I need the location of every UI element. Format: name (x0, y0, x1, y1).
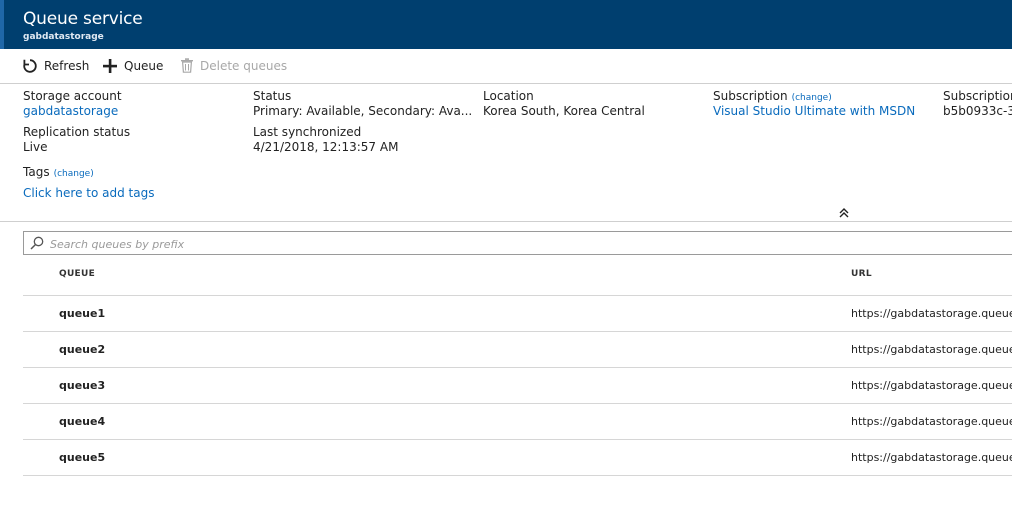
add-queue-label: Queue (124, 59, 164, 73)
location-label: Location (483, 89, 534, 103)
delete-queues-button[interactable]: Delete queues (180, 58, 287, 73)
add-queue-button[interactable]: Queue (102, 58, 163, 74)
row-divider (23, 439, 1012, 440)
double-chevron-up-icon[interactable] (838, 206, 850, 220)
queue-name[interactable]: queue4 (59, 415, 105, 428)
storage-account-label: Storage account (23, 89, 122, 103)
queue-url: https://gabdatastorage.queue. (851, 415, 1012, 428)
tags-label-text: Tags (23, 165, 50, 179)
subscription-label-text: Subscription (713, 89, 788, 103)
row-divider (23, 403, 1012, 404)
column-header-url[interactable]: URL (851, 269, 872, 279)
essentials-divider (0, 221, 1012, 222)
queue-url: https://gabdatastorage.queue. (851, 307, 1012, 320)
subscription-id-label: Subscription (943, 89, 1012, 103)
queue-name[interactable]: queue5 (59, 451, 105, 464)
location-value: Korea South, Korea Central (483, 104, 645, 118)
replication-status-value: Live (23, 140, 48, 154)
search-icon (30, 236, 44, 250)
refresh-icon (23, 59, 37, 73)
blade-subtitle: gabdatastorage (23, 32, 104, 42)
delete-queues-label: Delete queues (200, 58, 288, 73)
search-input[interactable] (48, 234, 952, 254)
last-synchronized-label: Last synchronized (253, 125, 362, 139)
refresh-label: Refresh (44, 59, 90, 73)
status-value: Primary: Available, Secondary: Ava... (253, 104, 473, 118)
subscription-label: Subscription (change) (713, 89, 832, 103)
row-divider (23, 475, 1012, 476)
row-divider (23, 367, 1012, 368)
queue-name[interactable]: queue1 (59, 307, 105, 320)
last-synchronized-value: 4/21/2018, 12:13:57 AM (253, 140, 399, 154)
queue-url: https://gabdatastorage.queue. (851, 379, 1012, 392)
row-divider (23, 331, 1012, 332)
refresh-button[interactable]: Refresh (22, 58, 89, 74)
queue-name[interactable]: queue2 (59, 343, 105, 356)
blade-header: Queue service gabdatastorage (0, 0, 1012, 49)
search-box (23, 231, 1012, 255)
table-header-divider (23, 295, 1012, 296)
replication-status-label: Replication status (23, 125, 131, 139)
queue-url: https://gabdatastorage.queue. (851, 451, 1012, 464)
subscription-link[interactable]: Visual Studio Ultimate with MSDN (713, 104, 915, 118)
tags-change-link[interactable]: (change) (54, 169, 94, 179)
blade-title: Queue service (23, 9, 143, 29)
status-label: Status (253, 89, 292, 103)
queue-name[interactable]: queue3 (59, 379, 105, 392)
command-bar: Refresh Queue Delete queues (0, 49, 1012, 84)
subscription-id-value: b5b0933c-3f (943, 104, 1012, 118)
storage-account-link[interactable]: gabdatastorage (23, 104, 118, 118)
subscription-change-link[interactable]: (change) (792, 93, 832, 103)
plus-icon (103, 59, 117, 73)
add-tags-link[interactable]: Click here to add tags (23, 186, 154, 200)
column-header-queue[interactable]: QUEUE (59, 269, 95, 279)
trash-icon (181, 58, 193, 73)
tags-label: Tags (change) (23, 165, 94, 179)
queue-url: https://gabdatastorage.queue. (851, 343, 1012, 356)
